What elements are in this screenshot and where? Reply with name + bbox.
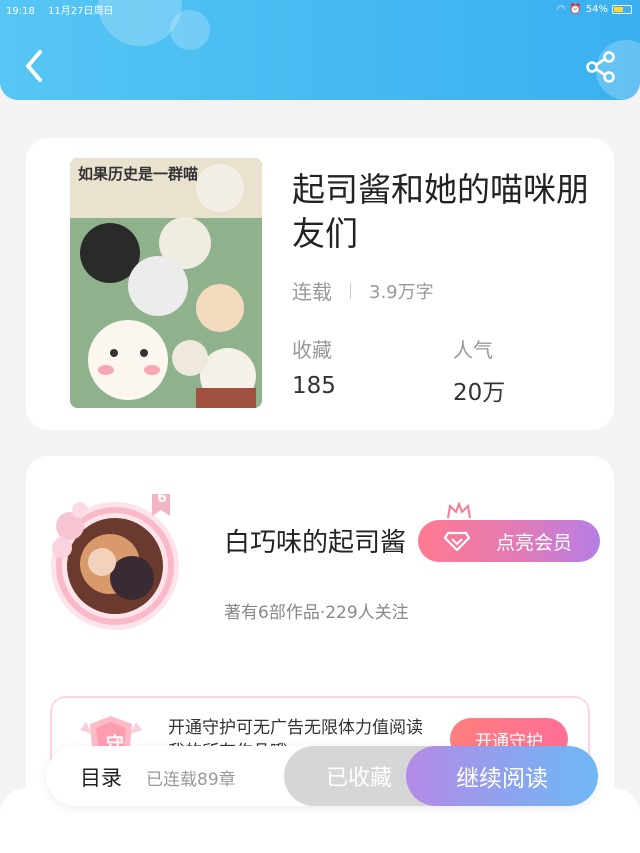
favorites-label: 收藏 [292,338,332,362]
book-cover[interactable]: 如果历史是一群喵 [70,158,262,408]
crown-icon [447,502,471,519]
status-date: 11月27日周日 [48,6,114,17]
chapter-count[interactable]: 已连载89章 [146,765,236,790]
decor-bubble [170,10,210,50]
share-icon [586,51,615,83]
serial-status: 连载 [292,280,332,304]
word-count: 3.9万字 [369,281,434,303]
alarm-icon: ⏰ [569,3,582,15]
battery-icon [612,4,632,14]
favorites-value: 185 [292,373,336,399]
author-stats: 著有6部作品·229人关注 [224,603,409,623]
divider [350,282,351,299]
book-info-card: 如果历史是一群喵 起司酱和她的喵咪朋友们 连载 3.9万字 收藏 185 人气 … [26,138,614,430]
popularity-label: 人气 [453,338,493,362]
diamond-icon [444,531,470,551]
author-level-badge: 6 [157,490,167,506]
wifi-icon: ◠ [556,3,566,15]
book-status-row: 连载 3.9万字 [292,276,434,305]
status-bar: 19:18 11月27日周日 ◠ ⏰ 54% [6,2,632,17]
top-header: 19:18 11月27日周日 ◠ ⏰ 54% [0,0,640,100]
bottom-action-bar: 目录 已连载89章 已收藏 继续阅读 [46,746,598,806]
avatar-frame [51,494,179,630]
popularity-stat: 人气 20万 [453,334,505,407]
status-time: 19:18 [6,6,35,17]
popularity-value: 20万 [453,380,506,406]
table-of-contents-button[interactable]: 目录 [80,762,122,792]
book-title: 起司酱和她的喵咪朋友们 [292,170,589,253]
favorites-stat: 收藏 185 [292,334,336,399]
cover-title-text: 如果历史是一群喵 [78,165,199,183]
battery-percent: 54% [585,3,608,15]
author-avatar[interactable]: 6 [40,486,190,636]
author-name[interactable]: 白巧味的起司酱 [224,522,406,559]
back-button[interactable] [18,46,52,86]
chevron-left-icon [26,50,42,82]
continue-reading-button[interactable]: 继续阅读 [406,746,598,806]
cover-illustration [70,158,262,408]
share-button[interactable] [584,50,618,84]
